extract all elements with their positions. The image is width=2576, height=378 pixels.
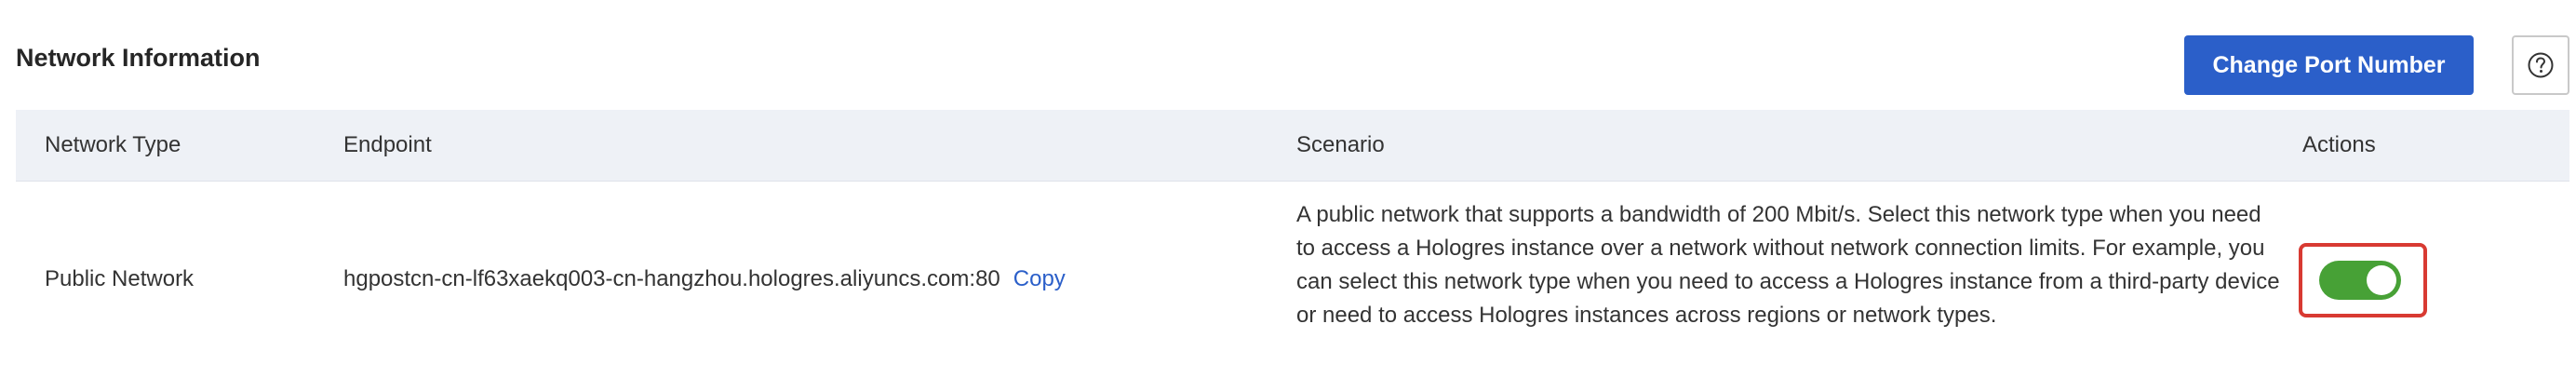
endpoint-cell: hgpostcn-cn-lf63xaekq003-cn-hangzhou.hol… [343, 266, 1066, 292]
question-circle-icon [2528, 52, 2554, 78]
toggle-knob [2367, 265, 2396, 295]
column-header-actions: Actions [2302, 132, 2376, 157]
scenario-cell: A public network that supports a bandwid… [1296, 202, 2280, 328]
endpoint-value: hgpostcn-cn-lf63xaekq003-cn-hangzhou.hol… [343, 266, 1000, 291]
section-title: Network Information [16, 44, 261, 72]
table-header: Network Type Endpoint Scenario Actions [16, 110, 2569, 182]
network-type-cell: Public Network [45, 266, 195, 291]
copy-link[interactable]: Copy [1013, 266, 1066, 291]
public-network-toggle[interactable] [2319, 261, 2401, 300]
table-row: Public Network hgpostcn-cn-lf63xaekq003-… [16, 182, 2569, 378]
help-button[interactable] [2512, 35, 2569, 95]
column-header-endpoint: Endpoint [343, 132, 432, 157]
column-header-network-type: Network Type [45, 132, 181, 157]
change-port-number-button[interactable]: Change Port Number [2184, 35, 2474, 95]
column-header-scenario: Scenario [1296, 132, 1385, 157]
